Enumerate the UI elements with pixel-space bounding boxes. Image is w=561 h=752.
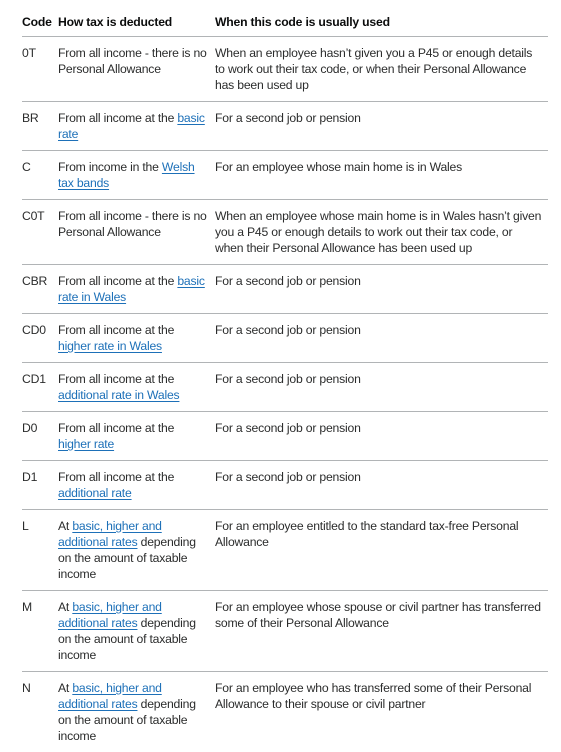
how-tax-deducted: From all income at the basic rate	[58, 102, 215, 151]
when-code-used: When an employee hasn’t given you a P45 …	[215, 37, 548, 102]
rate-link[interactable]: additional rate	[58, 486, 132, 500]
table-row: NAt basic, higher and additional rates d…	[22, 672, 548, 752]
how-tax-deducted: From all income at the additional rate	[58, 461, 215, 510]
tax-code: L	[22, 510, 58, 591]
tax-code: M	[22, 591, 58, 672]
tax-code: C	[22, 151, 58, 200]
tax-code: CD0	[22, 314, 58, 363]
when-code-used: For a second job or pension	[215, 265, 548, 314]
table-body: 0TFrom all income - there is no Personal…	[22, 37, 548, 752]
description-text: From all income at the	[58, 421, 174, 435]
description-text: At	[58, 681, 72, 695]
how-tax-deducted: From all income at the basic rate in Wal…	[58, 265, 215, 314]
table-row: LAt basic, higher and additional rates d…	[22, 510, 548, 591]
description-text: At	[58, 519, 72, 533]
description-text: From income in the	[58, 160, 162, 174]
how-tax-deducted: From all income - there is no Personal A…	[58, 200, 215, 265]
tax-code: N	[22, 672, 58, 752]
how-tax-deducted: At basic, higher and additional rates de…	[58, 672, 215, 752]
table-row: CD0From all income at the higher rate in…	[22, 314, 548, 363]
when-code-used: For a second job or pension	[215, 461, 548, 510]
how-tax-deducted: From all income at the higher rate	[58, 412, 215, 461]
when-code-used: For a second job or pension	[215, 314, 548, 363]
tax-code: BR	[22, 102, 58, 151]
tax-code: CD1	[22, 363, 58, 412]
table-row: C0TFrom all income - there is no Persona…	[22, 200, 548, 265]
header-code: Code	[22, 8, 58, 37]
description-text: From all income at the	[58, 323, 174, 337]
table-row: BRFrom all income at the basic rateFor a…	[22, 102, 548, 151]
table-row: D1From all income at the additional rate…	[22, 461, 548, 510]
description-text: From all income - there is no Personal A…	[58, 46, 207, 76]
rate-link[interactable]: higher rate	[58, 437, 114, 451]
table-row: MAt basic, higher and additional rates d…	[22, 591, 548, 672]
table-row: 0TFrom all income - there is no Personal…	[22, 37, 548, 102]
table-row: CBRFrom all income at the basic rate in …	[22, 265, 548, 314]
when-code-used: For a second job or pension	[215, 102, 548, 151]
when-code-used: For an employee whose main home is in Wa…	[215, 151, 548, 200]
how-tax-deducted: From all income - there is no Personal A…	[58, 37, 215, 102]
description-text: From all income at the	[58, 470, 174, 484]
rate-link[interactable]: additional rate in Wales	[58, 388, 179, 402]
when-code-used: For a second job or pension	[215, 363, 548, 412]
tax-codes-table: Code How tax is deducted When this code …	[22, 8, 548, 752]
table-header-row: Code How tax is deducted When this code …	[22, 8, 548, 37]
when-code-used: When an employee whose main home is in W…	[215, 200, 548, 265]
tax-code: D0	[22, 412, 58, 461]
how-tax-deducted: At basic, higher and additional rates de…	[58, 591, 215, 672]
description-text: From all income at the	[58, 111, 177, 125]
header-how-tax-deducted: How tax is deducted	[58, 8, 215, 37]
how-tax-deducted: At basic, higher and additional rates de…	[58, 510, 215, 591]
table-row: CD1From all income at the additional rat…	[22, 363, 548, 412]
rate-link[interactable]: higher rate in Wales	[58, 339, 162, 353]
how-tax-deducted: From income in the Welsh tax bands	[58, 151, 215, 200]
when-code-used: For a second job or pension	[215, 412, 548, 461]
description-text: From all income at the	[58, 372, 174, 386]
how-tax-deducted: From all income at the higher rate in Wa…	[58, 314, 215, 363]
tax-code: C0T	[22, 200, 58, 265]
tax-code: D1	[22, 461, 58, 510]
when-code-used: For an employee who has transferred some…	[215, 672, 548, 752]
table-row: D0From all income at the higher rateFor …	[22, 412, 548, 461]
description-text: At	[58, 600, 72, 614]
when-code-used: For an employee whose spouse or civil pa…	[215, 591, 548, 672]
when-code-used: For an employee entitled to the standard…	[215, 510, 548, 591]
description-text: From all income at the	[58, 274, 177, 288]
tax-code: 0T	[22, 37, 58, 102]
header-when-used: When this code is usually used	[215, 8, 548, 37]
how-tax-deducted: From all income at the additional rate i…	[58, 363, 215, 412]
tax-code: CBR	[22, 265, 58, 314]
table-row: CFrom income in the Welsh tax bandsFor a…	[22, 151, 548, 200]
description-text: From all income - there is no Personal A…	[58, 209, 207, 239]
